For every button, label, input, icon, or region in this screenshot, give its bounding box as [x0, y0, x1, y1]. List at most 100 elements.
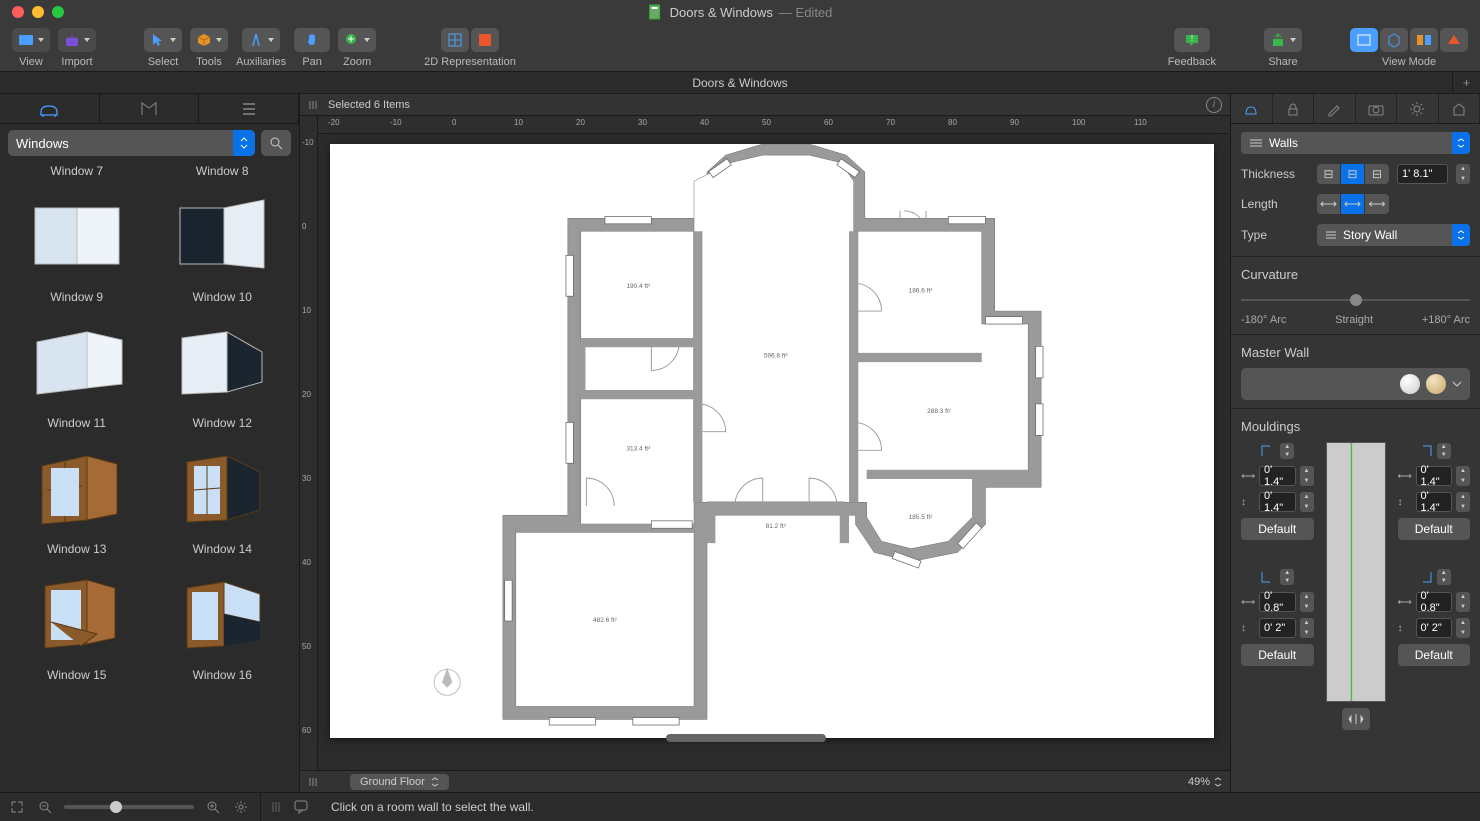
floor-selector[interactable]: Ground Floor [350, 774, 449, 790]
view-button[interactable] [12, 28, 50, 52]
close-window-button[interactable] [12, 6, 24, 18]
mould-width-input[interactable]: 0' 1.4" [1416, 466, 1453, 486]
crown-profile-stepper[interactable]: ▲▼ [1280, 443, 1294, 459]
library-item[interactable]: Window 12 [154, 308, 292, 434]
room-area: 190.4 ft² [626, 283, 651, 290]
mould-w-stepper[interactable]: ▲▼ [1456, 466, 1470, 486]
room-area: 288.3 ft² [927, 408, 952, 415]
library-item[interactable]: Window 11 [8, 308, 146, 434]
thickness-mode-segment[interactable]: ⊟⊟⊟ [1317, 164, 1389, 184]
base-profile-stepper[interactable]: ▲▼ [1437, 569, 1451, 585]
lib-item-label[interactable]: Window 8 [196, 164, 249, 178]
viewmode-split-button[interactable] [1410, 28, 1438, 52]
import-button[interactable] [58, 28, 96, 52]
viewmode-2d-button[interactable] [1350, 28, 1378, 52]
master-wall-material[interactable] [1241, 368, 1470, 400]
library-item[interactable]: Window 16 [154, 560, 292, 686]
library-search-button[interactable] [261, 130, 291, 156]
library-category-select[interactable]: Windows [8, 130, 255, 156]
mould-h-stepper[interactable]: ▲▼ [1300, 492, 1314, 512]
tools-button[interactable] [190, 28, 228, 52]
library-tab-materials[interactable] [100, 94, 200, 123]
library-item[interactable]: Window 14 [154, 434, 292, 560]
viewmode-3d-button[interactable] [1380, 28, 1408, 52]
horizontal-scrollbar[interactable] [666, 734, 826, 742]
library-tab-list[interactable] [199, 94, 299, 123]
lib-item-label[interactable]: Window 7 [50, 164, 103, 178]
grip-icon[interactable] [308, 99, 320, 111]
walls-icon [1249, 138, 1263, 148]
zoom-window-button[interactable] [52, 6, 64, 18]
zoom-in-button[interactable] [204, 798, 222, 816]
share-label: Share [1268, 56, 1297, 68]
settings-button[interactable] [232, 798, 250, 816]
inspector-tab-camera[interactable] [1356, 94, 1398, 123]
mould-width-input[interactable]: 0' 1.4" [1259, 466, 1296, 486]
lib-item-label: Window 11 [48, 416, 106, 430]
library-item[interactable]: Window 9 [8, 182, 146, 308]
mould-default-button[interactable]: Default [1241, 644, 1314, 666]
library-item[interactable]: Window 13 [8, 434, 146, 560]
length-mode-segment[interactable]: ⟷⟷⟷ [1317, 194, 1389, 214]
info-button[interactable]: i [1206, 97, 1222, 113]
minimize-window-button[interactable] [32, 6, 44, 18]
thickness-stepper[interactable]: ▲▼ [1456, 164, 1470, 184]
inspector-tab-building[interactable] [1439, 94, 1480, 123]
floor-plan[interactable]: 190.4 ft² 313.4 ft² 596.8 ft² 81.2 ft² 1… [330, 144, 1214, 738]
crown-profile-stepper[interactable]: ▲▼ [1437, 443, 1451, 459]
document-tab[interactable]: Doors & Windows [692, 76, 787, 90]
mould-w-stepper[interactable]: ▲▼ [1300, 466, 1314, 486]
plan-icon [447, 32, 463, 48]
inspector-tab-object[interactable] [1231, 94, 1273, 123]
mould-height-input[interactable]: 0' 1.4" [1259, 492, 1296, 512]
pan-button[interactable] [294, 28, 330, 52]
mould-h-stepper[interactable]: ▲▼ [1456, 618, 1470, 638]
wall-type-select[interactable]: Story Wall [1317, 224, 1470, 246]
inspector-tab-edit[interactable] [1314, 94, 1356, 123]
import-icon [64, 32, 80, 48]
feedback-icon: ! [1184, 32, 1200, 48]
base-profile-stepper[interactable]: ▲▼ [1280, 569, 1294, 585]
mould-width-input[interactable]: 0' 0.8" [1416, 592, 1453, 612]
expand-icon[interactable] [8, 798, 26, 816]
thickness-input[interactable]: 1' 8.1" [1397, 164, 1448, 184]
mould-default-button[interactable]: Default [1398, 644, 1471, 666]
room-area: 186.6 ft² [909, 288, 934, 295]
feedback-button[interactable]: ! [1174, 28, 1210, 52]
library-item[interactable]: Window 10 [154, 182, 292, 308]
room-area: 482.6 ft² [593, 617, 618, 624]
viewmode-render-button[interactable] [1440, 28, 1468, 52]
share-button[interactable] [1264, 28, 1302, 52]
curvature-slider[interactable] [1241, 290, 1470, 310]
mould-default-button[interactable]: Default [1398, 518, 1471, 540]
zoom-slider[interactable] [64, 805, 194, 809]
select-button[interactable] [144, 28, 182, 52]
lib-item-label: Window 16 [193, 668, 252, 682]
mould-w-stepper[interactable]: ▲▼ [1300, 592, 1314, 612]
new-tab-button[interactable]: + [1452, 72, 1480, 94]
inspector-tab-lock[interactable] [1273, 94, 1315, 123]
mould-w-stepper[interactable]: ▲▼ [1456, 592, 1470, 612]
library-item[interactable]: Window 15 [8, 560, 146, 686]
mould-h-stepper[interactable]: ▲▼ [1456, 492, 1470, 512]
rep2d-button-b[interactable] [471, 28, 499, 52]
mould-height-input[interactable]: 0' 1.4" [1416, 492, 1453, 512]
canvas[interactable]: ft -20-100102030405060708090100110 -1001… [300, 116, 1230, 770]
zoom-out-button[interactable] [36, 798, 54, 816]
mould-height-input[interactable]: 0' 2" [1259, 618, 1296, 638]
zoom-button[interactable] [338, 28, 376, 52]
mirror-button[interactable] [1342, 708, 1370, 730]
zoom-stepper[interactable] [1214, 777, 1222, 787]
master-wall-label: Master Wall [1241, 345, 1470, 360]
inspector-object-select[interactable]: Walls [1241, 132, 1470, 154]
mould-default-button[interactable]: Default [1241, 518, 1314, 540]
mould-width-input[interactable]: 0' 0.8" [1259, 592, 1296, 612]
view-label: View [19, 56, 43, 68]
mould-h-stepper[interactable]: ▲▼ [1300, 618, 1314, 638]
auxiliaries-button[interactable] [242, 28, 280, 52]
inspector-tab-light[interactable] [1397, 94, 1439, 123]
library-tab-furniture[interactable] [0, 94, 100, 123]
rep2d-button-a[interactable] [441, 28, 469, 52]
mould-height-input[interactable]: 0' 2" [1416, 618, 1453, 638]
tools-label: Tools [196, 56, 222, 68]
